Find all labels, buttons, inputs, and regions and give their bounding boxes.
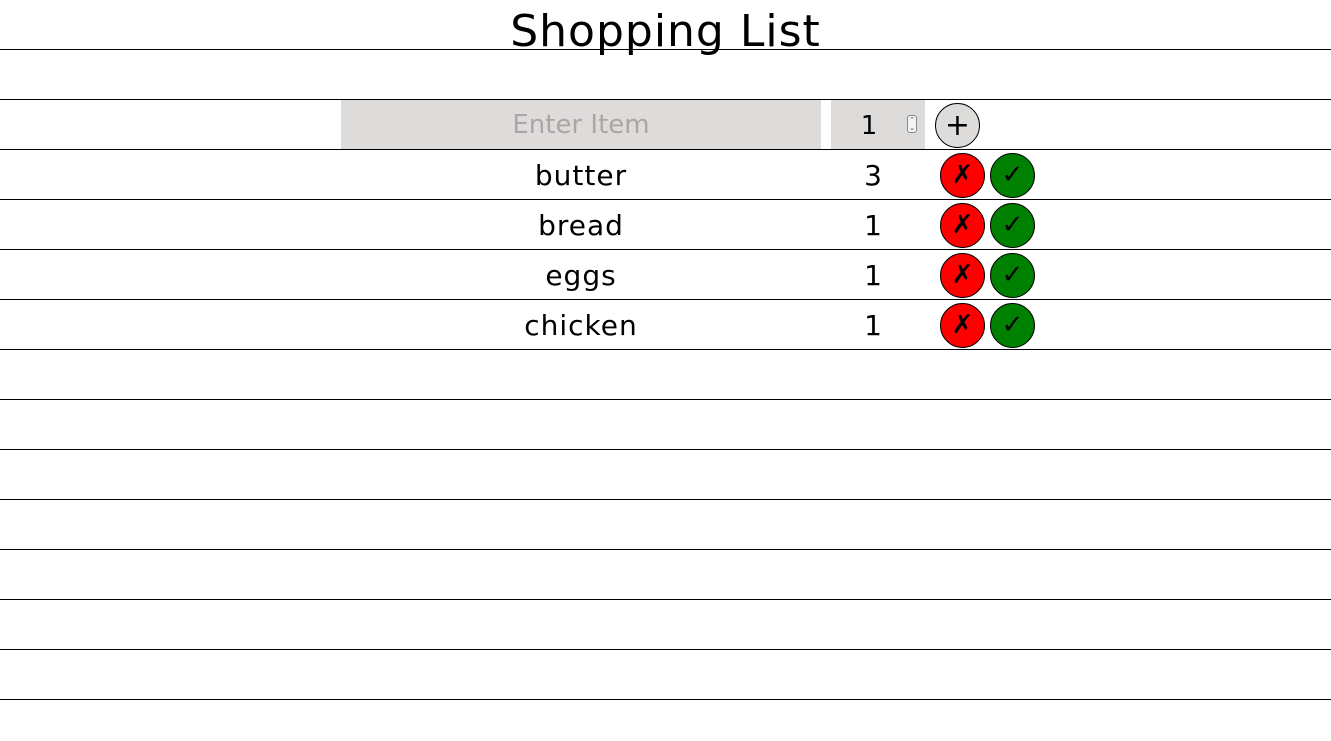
cross-icon: ✗: [951, 160, 974, 190]
add-item-button[interactable]: +: [935, 103, 980, 148]
spinner-control[interactable]: ⌃ ⌄: [907, 115, 917, 133]
item-quantity: 3: [864, 159, 882, 192]
remove-item-button[interactable]: ✗: [940, 303, 985, 348]
ruled-line: [0, 599, 1331, 600]
item-quantity: 1: [864, 209, 882, 242]
spinner-down-icon[interactable]: ⌄: [908, 124, 916, 132]
ruled-line: [0, 649, 1331, 650]
quantity-stepper[interactable]: 1 ⌃ ⌄: [831, 100, 925, 149]
check-icon: ✓: [1001, 160, 1024, 190]
item-name: butter: [534, 159, 628, 192]
ruled-line: [0, 699, 1331, 700]
item-name: eggs: [545, 259, 617, 292]
item-quantity: 1: [864, 309, 882, 342]
complete-item-button[interactable]: ✓: [990, 253, 1035, 298]
item-quantity: 1: [864, 259, 882, 292]
complete-item-button[interactable]: ✓: [990, 153, 1035, 198]
ruled-line: [0, 549, 1331, 550]
remove-item-button[interactable]: ✗: [940, 153, 985, 198]
page-title: Shopping List: [510, 6, 821, 57]
check-icon: ✓: [1001, 310, 1024, 340]
cross-icon: ✗: [951, 210, 974, 240]
ruled-line: [0, 499, 1331, 500]
item-name-input[interactable]: [341, 100, 821, 149]
check-icon: ✓: [1001, 260, 1024, 290]
remove-item-button[interactable]: ✗: [940, 253, 985, 298]
cross-icon: ✗: [951, 310, 974, 340]
ruled-line: [0, 349, 1331, 350]
complete-item-button[interactable]: ✓: [990, 203, 1035, 248]
item-name: bread: [538, 209, 624, 242]
ruled-line: [0, 399, 1331, 400]
ruled-line: [0, 449, 1331, 450]
quantity-value[interactable]: 1: [831, 100, 907, 149]
cross-icon: ✗: [951, 260, 974, 290]
item-name: chicken: [524, 309, 638, 342]
complete-item-button[interactable]: ✓: [990, 303, 1035, 348]
spinner-up-icon[interactable]: ⌃: [908, 116, 916, 124]
remove-item-button[interactable]: ✗: [940, 203, 985, 248]
check-icon: ✓: [1001, 210, 1024, 240]
